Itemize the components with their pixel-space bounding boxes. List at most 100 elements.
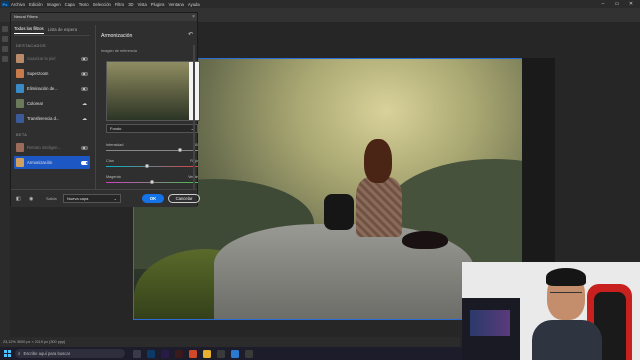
filter-thumbnail [16, 114, 24, 123]
filter-list: Todos los filtros Lista de espera DESTAC… [14, 25, 90, 197]
slider-track[interactable] [106, 164, 198, 168]
slider-track[interactable] [106, 148, 198, 152]
menu-capa[interactable]: Capa [65, 2, 75, 7]
filter-toggle[interactable] [81, 71, 88, 76]
settings-gear-icon[interactable] [245, 349, 253, 358]
tools-panel [0, 22, 10, 347]
webcam-person-hair [546, 268, 586, 286]
section-beta-heading: BETA [16, 133, 28, 137]
slider-cyan-red[interactable]: CianRojo [106, 159, 198, 168]
slider-knob[interactable] [145, 164, 150, 168]
slider-intensity[interactable]: Intensidad 80 [106, 143, 198, 152]
tab-waitlist[interactable]: Lista de espera [48, 27, 77, 34]
filter-item-colorize[interactable]: Colorear ☁ [14, 97, 90, 110]
menu-edicion[interactable]: Edición [29, 2, 43, 7]
menu-seleccion[interactable]: Selección [93, 2, 111, 7]
filter-label: Suavizar la piel [27, 56, 56, 61]
filter-thumbnail [16, 54, 24, 63]
slider-label: Cian [106, 159, 114, 163]
maximize-icon[interactable]: ▭ [610, 0, 624, 8]
task-view-icon[interactable] [133, 349, 141, 358]
chevron-down-icon: ⌄ [113, 196, 117, 201]
reference-image-preview[interactable] [106, 61, 200, 121]
windows-start-icon[interactable] [4, 350, 11, 357]
brave-browser-icon[interactable] [189, 349, 197, 358]
search-placeholder: Escribe aquí para buscar [23, 351, 71, 356]
cloud-download-icon[interactable]: ☁ [81, 116, 88, 122]
compare-icon[interactable]: ◧ [16, 196, 21, 202]
tab-all-filters[interactable]: Todos los filtros [14, 26, 44, 34]
filter-tabs: Todos los filtros Lista de espera [14, 25, 90, 36]
menu-vista[interactable]: Vista [138, 2, 147, 7]
filter-item-superzoom[interactable]: Superzoom [14, 67, 90, 80]
output-dropdown-value: Nueva capa [67, 196, 89, 201]
filter-item-skin-smoothing[interactable]: Suavizar la piel [14, 52, 90, 65]
app-icon[interactable] [175, 349, 183, 358]
layer-dropdown-value: Fondo [110, 126, 122, 131]
menu-plugins[interactable]: Plugins [151, 2, 165, 7]
menu-ayuda[interactable]: Ayuda [188, 2, 200, 7]
filter-item-harmonization[interactable]: Armonización [14, 156, 90, 169]
lasso-tool-icon[interactable] [2, 46, 8, 52]
reference-image-thumbnail [107, 62, 189, 120]
filter-item-jpeg-removal[interactable]: Eliminación de... [14, 82, 90, 95]
taskbar-apps [133, 349, 253, 358]
neural-filters-panel: Neural Filters × Todos los filtros Lista… [10, 12, 200, 207]
webcam-overlay [462, 262, 640, 360]
app-icon[interactable] [217, 349, 225, 358]
filter-toggle[interactable] [81, 86, 88, 91]
filter-thumbnail [16, 143, 24, 152]
ok-button[interactable]: OK [142, 194, 164, 203]
settings-scrollbar[interactable] [193, 45, 195, 195]
layer-dropdown[interactable]: Fondo ⌄ [106, 124, 198, 133]
panel-title: Neural Filters [11, 13, 197, 21]
slider-label: Magenta [106, 175, 121, 179]
search-icon: ⌕ [18, 351, 21, 356]
menu-ventana[interactable]: Ventana [169, 2, 184, 7]
cancel-button[interactable]: Cancelar [168, 194, 200, 203]
filter-item-smart-portrait[interactable]: Retrato inteligen... [14, 141, 90, 154]
filter-toggle[interactable] [81, 56, 88, 61]
reference-image-label: Imagen de referencia [101, 49, 137, 53]
output-dropdown[interactable]: Nueva capa ⌄ [63, 194, 121, 203]
menu-archivo[interactable]: Archivo [11, 2, 25, 7]
filter-thumbnail [16, 99, 24, 108]
menu-bar: Ps Archivo Edición Imagen Capa Texto Sel… [0, 0, 640, 8]
close-icon[interactable]: ✕ [624, 0, 638, 8]
reset-icon[interactable]: ↶ [188, 31, 193, 38]
slider-knob[interactable] [177, 148, 182, 152]
cloud-download-icon[interactable]: ☁ [81, 101, 88, 107]
filter-item-style-transfer[interactable]: Transferencia d... ☁ [14, 112, 90, 125]
menu-imagen[interactable]: Imagen [47, 2, 61, 7]
filter-toggle[interactable] [81, 160, 88, 165]
taskbar-search-input[interactable]: ⌕ Escribe aquí para buscar [15, 349, 125, 358]
slider-knob[interactable] [150, 180, 154, 184]
menu-filtro[interactable]: Filtro [115, 2, 124, 7]
image-hat [402, 231, 448, 249]
zoom-tool-icon[interactable] [2, 56, 8, 62]
premiere-app-icon[interactable] [161, 349, 169, 358]
slider-label: Intensidad [106, 143, 124, 147]
filter-label: Superzoom [27, 71, 49, 76]
marquee-tool-icon[interactable] [2, 36, 8, 42]
minimize-icon[interactable]: – [596, 0, 610, 8]
photoshop-logo-icon: Ps [1, 1, 9, 7]
filter-settings: Armonización ↶ Imagen de referencia Fond… [95, 25, 200, 197]
slider-magenta-green[interactable]: MagentaVerde [106, 175, 198, 184]
panel-close-icon[interactable]: × [192, 13, 195, 21]
menu-texto[interactable]: Texto [79, 2, 89, 7]
edge-browser-icon[interactable] [231, 349, 239, 358]
menu-3d[interactable]: 3D [128, 2, 133, 7]
photoshop-app-icon[interactable] [147, 349, 155, 358]
panel-footer: ◧ ◉ Salida Nueva capa ⌄ OK Cancelar [11, 189, 200, 207]
filter-toggle[interactable] [81, 145, 88, 150]
slider-track[interactable] [106, 180, 198, 184]
image-person-hair [364, 139, 392, 183]
chrome-browser-icon[interactable] [203, 349, 211, 358]
webcam-person-shirt [532, 320, 602, 360]
filter-thumbnail [16, 69, 24, 78]
image-person-body [356, 177, 402, 237]
move-tool-icon[interactable] [2, 26, 8, 32]
section-featured-heading: DESTACADOS [16, 44, 46, 48]
layer-preview-icon[interactable]: ◉ [29, 196, 34, 202]
